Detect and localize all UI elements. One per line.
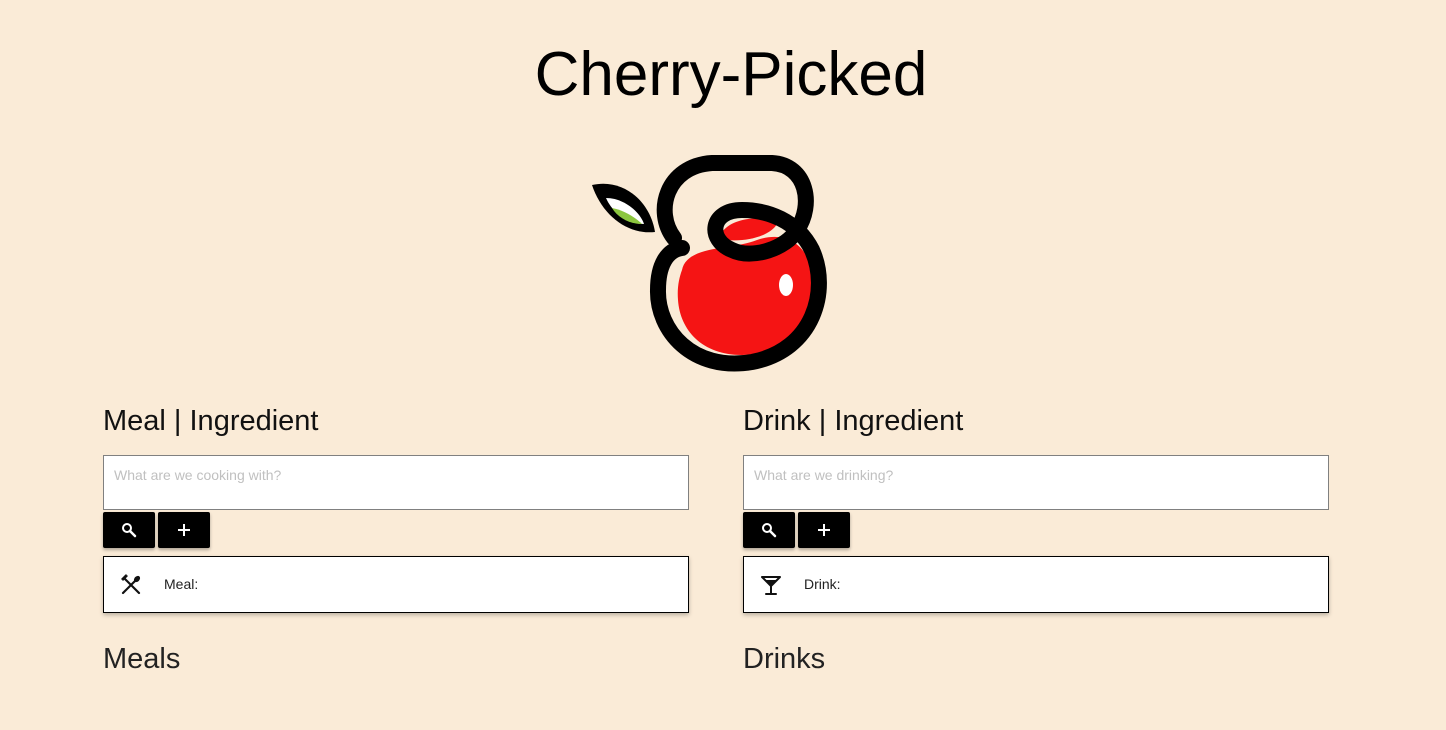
- drink-ingredient-heading: Drink | Ingredient: [743, 405, 964, 437]
- search-icon: [762, 523, 777, 538]
- meal-result-card: Meal:: [103, 556, 689, 613]
- drink-search-button[interactable]: [743, 512, 795, 548]
- meal-label: Meal:: [164, 576, 199, 592]
- drinks-heading: Drinks: [743, 643, 826, 675]
- meal-search-button[interactable]: [103, 512, 155, 548]
- search-icon: [122, 523, 137, 538]
- meal-ingredient-heading: Meal | Ingredient: [103, 405, 319, 437]
- meal-add-button[interactable]: [158, 512, 210, 548]
- drink-result-card: Drink:: [743, 556, 1329, 613]
- cherry-logo-icon: [592, 155, 827, 372]
- drink-add-button[interactable]: [798, 512, 850, 548]
- app-title: Cherry-Picked: [534, 40, 928, 109]
- plus-icon: [178, 524, 190, 536]
- fork-spoon-icon: [121, 574, 141, 595]
- meal-search-input[interactable]: [103, 455, 689, 510]
- meals-heading: Meals: [103, 643, 181, 675]
- cocktail-glass-icon: [761, 576, 781, 595]
- plus-icon: [818, 524, 830, 536]
- drink-label: Drink:: [804, 576, 841, 592]
- drink-search-input[interactable]: [743, 455, 1329, 510]
